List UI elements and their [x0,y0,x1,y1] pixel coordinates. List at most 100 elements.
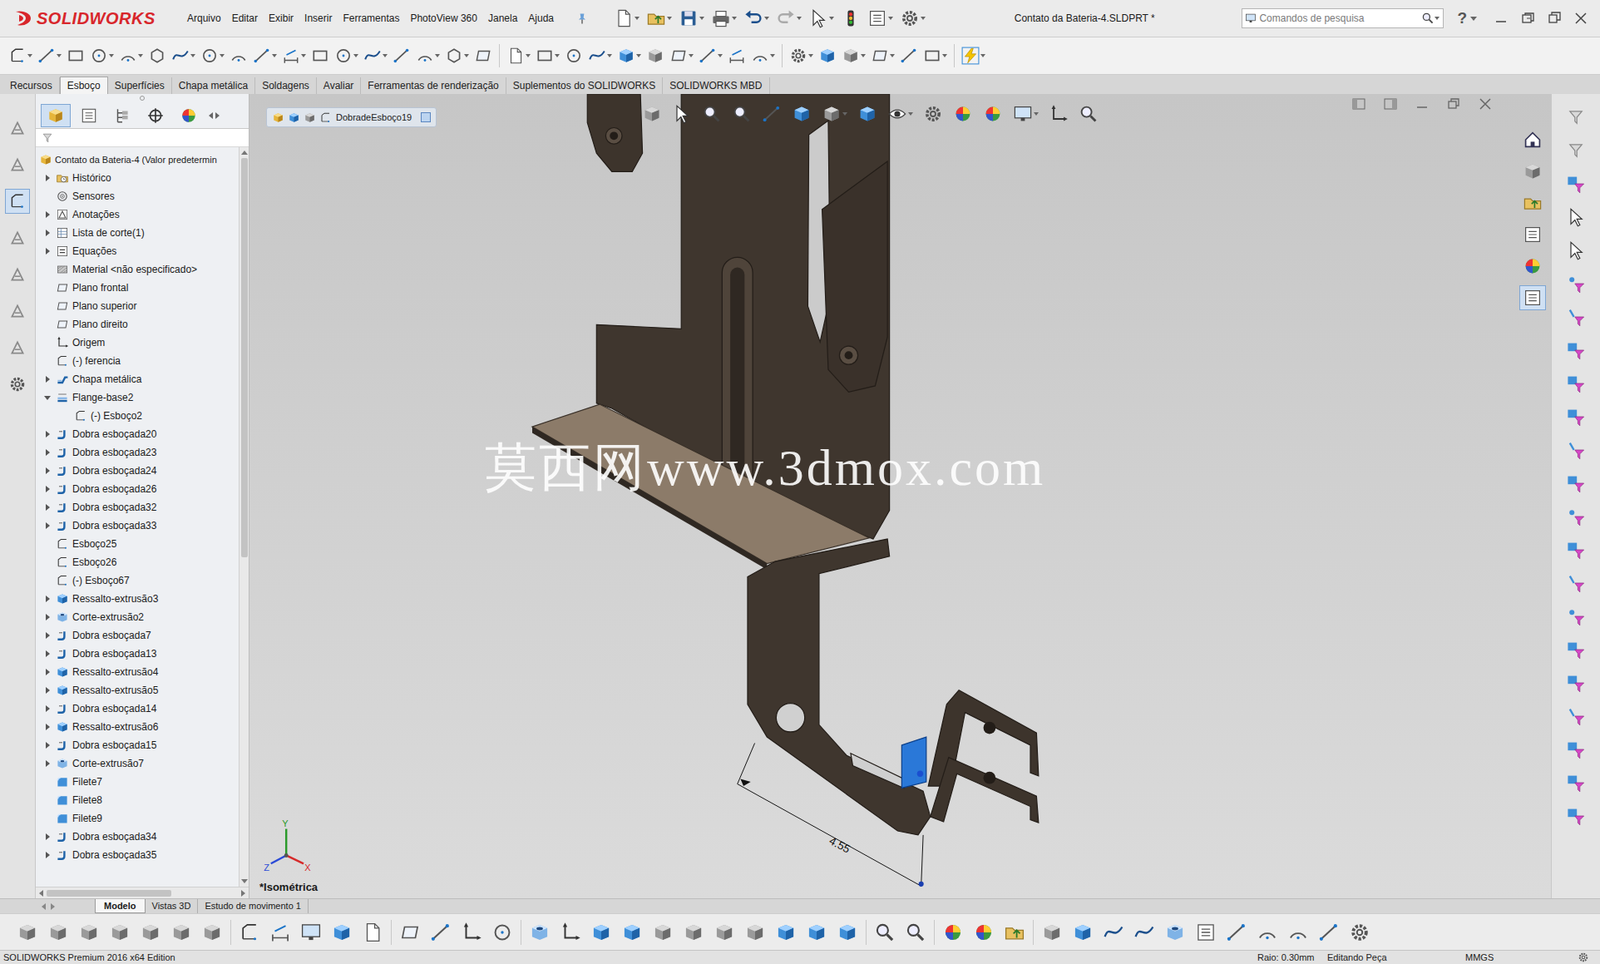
tree-item[interactable]: Filete7 [35,772,239,791]
arc-button[interactable] [749,44,777,67]
line-button[interactable] [251,44,279,67]
search-input[interactable] [1259,10,1418,26]
menu-item[interactable]: Janela [488,10,518,26]
menu-item[interactable]: Exibir [268,10,294,26]
expand-arrow-icon[interactable] [45,449,50,456]
expand-arrow-icon[interactable] [45,174,50,182]
expand-toggle[interactable] [42,392,53,403]
expand-toggle[interactable] [42,685,53,696]
cube-button[interactable] [839,44,868,67]
sketch-button[interactable] [237,919,262,945]
box-button[interactable] [834,919,860,945]
cube-button[interactable] [138,919,163,945]
sketch-tool-button[interactable] [4,371,30,397]
dropdown-caret[interactable] [434,54,440,58]
dropdown-caret[interactable] [56,54,62,58]
poly-button[interactable] [443,44,471,67]
expand-toggle[interactable] [42,612,53,623]
cube-button[interactable] [168,919,194,945]
expand-arrow-icon[interactable] [45,760,50,767]
selection-filter-button[interactable] [1564,671,1588,695]
plane-button[interactable] [472,44,494,67]
origin-button[interactable] [459,919,484,945]
origin-button[interactable] [558,919,583,945]
monitor-button[interactable] [1011,102,1041,126]
command-tab[interactable]: Esboço [59,76,109,94]
expand-toggle[interactable] [42,209,53,220]
dropdown-caret[interactable] [908,112,914,116]
dropdown-caret[interactable] [942,54,948,58]
spline-button[interactable] [1101,919,1126,945]
dropdown-caret[interactable] [138,54,144,58]
feature-manager-tab[interactable] [107,103,138,128]
page-button[interactable] [612,6,642,30]
expand-toggle[interactable] [42,648,53,659]
expand-toggle[interactable] [42,758,53,769]
dropdown-caret[interactable] [889,54,895,58]
selection-filter-button[interactable] [1564,637,1588,662]
maximize-icon[interactable] [1546,10,1562,26]
cube-button[interactable] [107,919,133,945]
selection-filter-button[interactable] [1564,105,1588,129]
plane-button[interactable] [869,44,897,67]
graphics-area[interactable]: 4.55 Y X Z 莫西网www.3dmox.com DobradeEsboç… [249,93,1551,899]
breadcrumb-label[interactable]: DobradeEsboço19 [335,110,412,125]
dim-button[interactable] [280,44,308,67]
box-button[interactable] [329,919,355,945]
select-button[interactable] [1564,205,1588,229]
tree-item[interactable]: Chapa metálica [35,370,239,389]
poly-button[interactable] [146,44,168,67]
expand-toggle[interactable] [42,172,53,183]
expand-toggle[interactable] [42,831,53,842]
tree-item[interactable]: Origem [35,333,239,352]
expand-toggle[interactable] [42,520,53,531]
dropdown-caret[interactable] [353,54,359,58]
command-tab[interactable]: SOLIDWORKS MBD [662,77,770,94]
dropdown-caret[interactable] [636,54,642,58]
dropdown-caret[interactable] [464,54,470,58]
tree-item[interactable]: Histórico [35,168,239,188]
rect-button[interactable] [309,44,331,67]
lightning-button[interactable] [959,44,988,67]
cube-button[interactable] [742,919,768,945]
dim-button[interactable] [267,919,293,945]
tree-item[interactable]: Flange-base2 [35,388,239,407]
selection-filter-button[interactable] [1564,438,1588,462]
tree-item[interactable]: Filete8 [35,790,239,810]
folder-button[interactable] [644,6,674,30]
tree-item[interactable]: Material <não especificado> [35,260,239,279]
arc-button[interactable] [1254,919,1280,945]
dropdown-caret[interactable] [842,112,848,116]
gear-button[interactable] [898,6,928,30]
expand-toggle[interactable] [42,740,53,751]
tree-item[interactable]: Sensores [35,187,239,206]
box-button[interactable] [588,919,614,945]
zoom-button[interactable] [700,102,724,126]
circle-button[interactable] [562,44,585,67]
dropdown-caret[interactable] [27,54,33,58]
units-selector[interactable]: MMGS [1465,950,1567,964]
task-pane-tab[interactable] [1519,253,1546,279]
tree-item[interactable]: Filete9 [35,809,239,828]
tree-item[interactable]: Ressalto-extrusão4 [35,662,239,682]
selection-filter-button[interactable] [1564,538,1588,562]
box-button[interactable] [1070,919,1096,945]
menu-item[interactable]: Editar [232,10,258,26]
spline-button[interactable] [1131,919,1157,945]
selection-filter-button[interactable] [1564,271,1588,296]
redo-button[interactable] [774,6,804,30]
expand-toggle[interactable] [42,246,53,257]
box-button[interactable] [773,919,799,945]
box-button[interactable] [816,44,839,67]
menu-item[interactable]: PhotoView 360 [409,10,478,26]
selection-filter-button[interactable] [1564,305,1588,329]
tree-item[interactable]: Dobra esboçada15 [35,735,239,755]
cube-button[interactable] [819,102,850,126]
cube-button[interactable] [45,919,71,945]
spline-button[interactable] [586,44,614,67]
printer-button[interactable] [709,6,739,30]
dropdown-caret[interactable] [525,54,531,58]
dropdown-caret[interactable] [666,16,672,20]
dropdown-caret[interactable] [731,16,737,20]
arc-button[interactable] [227,44,250,67]
